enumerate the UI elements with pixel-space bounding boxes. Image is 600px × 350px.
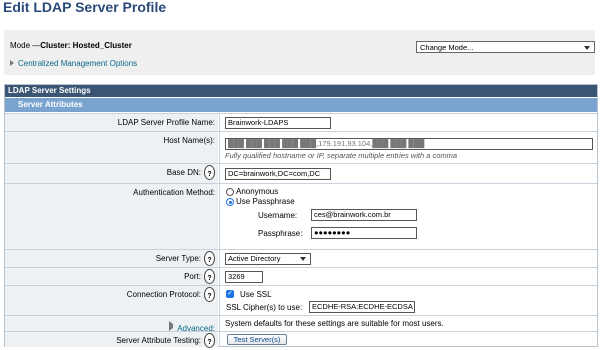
ssl-cipher-label: SSL Cipher(s) to use: [226, 303, 303, 312]
auth-method-label: Authentication Method: [5, 184, 218, 249]
mode-bar: Mode —Cluster: Hosted_Cluster Centralize… [4, 30, 595, 75]
profile-name-input[interactable]: Brainwork-LDAPS [225, 117, 331, 129]
row-port: Port:? 3269 [5, 267, 597, 285]
row-host-names: Host Name(s): ███ ███ ███ ███ ███,179.19… [5, 131, 597, 163]
server-type-label-cell: Server Type:? [5, 250, 218, 267]
help-icon[interactable]: ? [204, 269, 215, 284]
change-mode-select[interactable]: Change Mode... [416, 41, 595, 53]
server-type-select[interactable]: Active Directory [225, 253, 311, 265]
help-icon[interactable]: ? [204, 333, 215, 348]
username-label: Username: [258, 211, 298, 220]
base-dn-label-cell: Base DN:? [5, 164, 218, 183]
row-profile-name: LDAP Server Profile Name: Brainwork-LDAP… [5, 113, 597, 131]
ssl-cipher-input[interactable]: ECDHE-RSA:ECDHE-ECDSA [309, 301, 415, 313]
chevron-down-icon [300, 257, 306, 261]
advanced-toggle[interactable]: Advanced: [5, 316, 218, 333]
use-passphrase-label: Use Passphrase [236, 197, 295, 206]
use-ssl-checkbox[interactable]: ✓ [226, 290, 234, 298]
port-label-cell: Port:? [5, 268, 218, 285]
section-header: Server Attributes [5, 98, 597, 112]
row-connection-protocol: Connection Protocol:? ✓ Use SSL SSL Ciph… [5, 285, 597, 315]
row-advanced: Advanced: System defaults for these sett… [5, 315, 597, 333]
centralized-management-options-link[interactable]: Centralized Management Options [10, 59, 137, 68]
port-input[interactable]: 3269 [225, 271, 263, 283]
help-icon[interactable]: ? [204, 165, 215, 180]
connection-protocol-label-cell: Connection Protocol:? [5, 286, 218, 315]
expand-triangle-icon [169, 321, 174, 331]
panel-header: LDAP Server Settings [5, 85, 597, 97]
host-names-hint: Fully qualified hostname or IP, separate… [225, 151, 458, 160]
cmo-label: Centralized Management Options [18, 59, 138, 68]
use-ssl-label: Use SSL [240, 290, 272, 299]
row-authentication-method: Authentication Method: Anonymous Use Pas… [5, 183, 597, 249]
profile-name-label: LDAP Server Profile Name: [5, 114, 218, 131]
page-title: Edit LDAP Server Profile [3, 0, 167, 15]
row-base-dn: Base DN:? DC=brainwork,DC=com,DC [5, 163, 597, 183]
advanced-description: System defaults for these settings are s… [225, 319, 444, 328]
mode-line: Mode —Cluster: Hosted_Cluster [10, 41, 132, 50]
host-names-input[interactable]: ███ ███ ███ ███ ███,179.191.93.104,███ █… [225, 138, 593, 150]
anonymous-label: Anonymous [236, 187, 279, 196]
test-servers-button[interactable]: Test Server(s) [227, 334, 287, 345]
passphrase-input[interactable]: ●●●●●●●● [311, 227, 417, 239]
help-icon[interactable]: ? [204, 251, 215, 266]
change-mode-value: Change Mode... [420, 43, 474, 52]
row-server-attribute-testing: Server Attribute Testing:? Test Server(s… [5, 331, 597, 348]
host-names-label: Host Name(s): [5, 132, 218, 163]
row-server-type: Server Type:? Active Directory [5, 249, 597, 267]
mode-label: Mode — [10, 41, 41, 50]
anonymous-radio[interactable] [226, 188, 234, 196]
ldap-server-settings-panel: LDAP Server Settings Server Attributes L… [4, 84, 598, 348]
help-icon[interactable]: ? [204, 287, 215, 302]
cluster-label: Cluster: Hosted_Cluster [40, 41, 132, 50]
chevron-down-icon [584, 46, 590, 50]
expand-triangle-icon [10, 60, 14, 66]
attribute-testing-label-cell: Server Attribute Testing:? [5, 332, 218, 348]
use-passphrase-radio[interactable] [226, 198, 234, 206]
base-dn-input[interactable]: DC=brainwork,DC=com,DC [225, 168, 331, 180]
server-type-value: Active Directory [228, 254, 281, 263]
username-input[interactable]: ces@brainwork.com.br [311, 209, 417, 221]
passphrase-label: Passphrase: [258, 229, 303, 238]
